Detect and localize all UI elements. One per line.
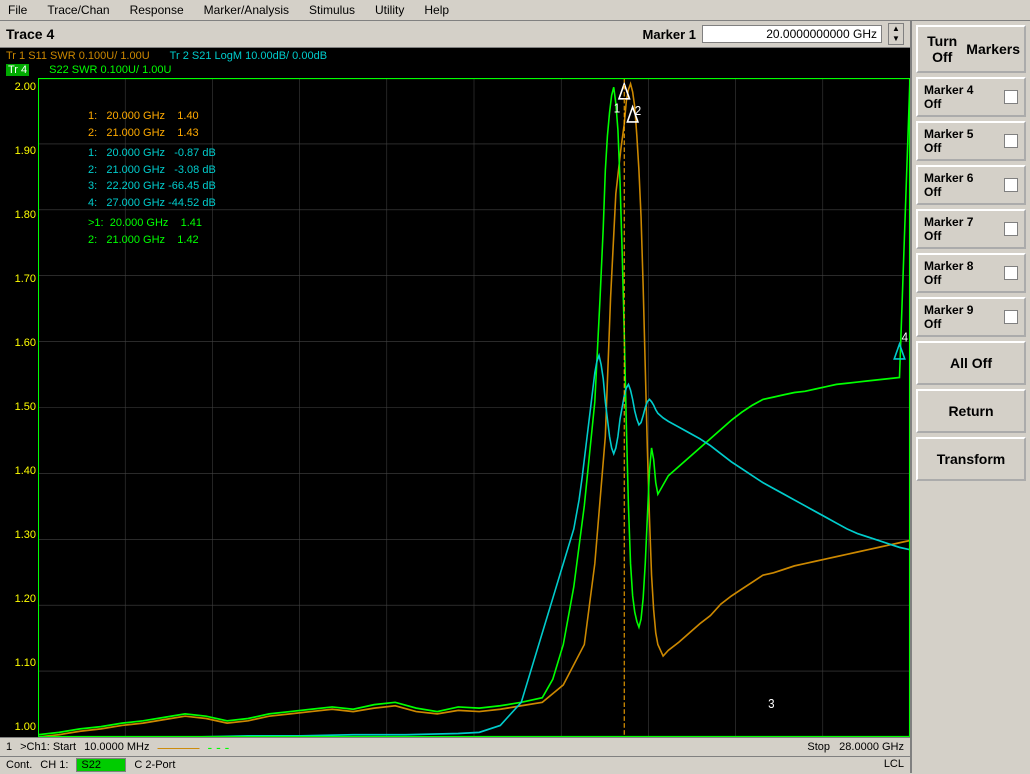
s22-input[interactable] bbox=[76, 758, 126, 772]
y-label-3: 1.70 bbox=[15, 274, 36, 285]
y-label-4: 1.60 bbox=[15, 338, 36, 349]
start-freq: 10.0000 MHz bbox=[84, 741, 149, 753]
chart-title: Trace 4 bbox=[6, 26, 54, 42]
marker5-checkbox[interactable] bbox=[1004, 134, 1018, 148]
bottom-bar: Cont. CH 1: C 2-Port LCL bbox=[0, 756, 910, 773]
plot-container: 2.00 1.90 1.80 1.70 1.60 1.50 1.40 1.30 … bbox=[0, 78, 910, 737]
marker8-checkbox[interactable] bbox=[1004, 266, 1018, 280]
plot-area: 1 2 3 4 bbox=[38, 78, 910, 737]
marker4-button[interactable]: Marker 4Off bbox=[916, 77, 1026, 117]
stop-label: Stop bbox=[807, 741, 830, 753]
chart-svg: 1 2 3 4 bbox=[38, 78, 910, 737]
turn-off-markers-button[interactable]: Turn Off Markers bbox=[916, 25, 1026, 73]
trace4-info-bar: Tr 4 S22 SWR 0.100U/ 1.00U bbox=[0, 64, 910, 78]
trace4-color-line: - - - bbox=[208, 739, 230, 755]
footer-right: LCL bbox=[884, 758, 904, 772]
marker8-button[interactable]: Marker 8Off bbox=[916, 253, 1026, 293]
marker9-button[interactable]: Marker 9Off bbox=[916, 297, 1026, 337]
marker7-label: Marker 7Off bbox=[924, 215, 973, 243]
trace2-info: Tr 2 S21 LogM 10.00dB/ 0.00dB bbox=[170, 50, 327, 62]
chart-titlebar: Trace 4 Marker 1 ▲ ▼ bbox=[0, 21, 910, 48]
y-label-5: 1.50 bbox=[15, 402, 36, 413]
marker4-checkbox[interactable] bbox=[1004, 90, 1018, 104]
all-off-button[interactable]: All Off bbox=[916, 341, 1026, 385]
marker8-label: Marker 8Off bbox=[924, 259, 973, 287]
y-label-0: 2.00 bbox=[15, 82, 36, 93]
marker-increment-btn[interactable]: ▲ bbox=[889, 24, 903, 34]
marker-spinners: ▲ ▼ bbox=[888, 23, 904, 45]
svg-text:3: 3 bbox=[768, 697, 775, 712]
footer-left: Cont. CH 1: C 2-Port bbox=[6, 758, 175, 772]
menu-utility[interactable]: Utility bbox=[371, 2, 408, 18]
main-layout: Trace 4 Marker 1 ▲ ▼ Tr 1 S11 SWR 0.100U… bbox=[0, 21, 1030, 773]
return-button[interactable]: Return bbox=[916, 389, 1026, 433]
marker7-button[interactable]: Marker 7Off bbox=[916, 209, 1026, 249]
marker-area: Marker 1 ▲ ▼ bbox=[643, 23, 904, 45]
port-label: C 2-Port bbox=[134, 759, 175, 771]
y-label-8: 1.20 bbox=[15, 594, 36, 605]
status-left: 1 >Ch1: Start 10.0000 MHz ——— - - - bbox=[6, 739, 229, 755]
marker6-button[interactable]: Marker 6Off bbox=[916, 165, 1026, 205]
status-bar: 1 >Ch1: Start 10.0000 MHz ——— - - - Stop… bbox=[0, 737, 910, 756]
ch-label: CH 1: bbox=[40, 759, 68, 771]
marker9-checkbox[interactable] bbox=[1004, 310, 1018, 324]
status-right: Stop 28.0000 GHz bbox=[807, 741, 904, 753]
marker4-label: Marker 4Off bbox=[924, 83, 973, 111]
chart-area: Trace 4 Marker 1 ▲ ▼ Tr 1 S11 SWR 0.100U… bbox=[0, 21, 910, 773]
marker7-checkbox[interactable] bbox=[1004, 222, 1018, 236]
y-label-6: 1.40 bbox=[15, 466, 36, 477]
menu-marker-analysis[interactable]: Marker/Analysis bbox=[200, 2, 293, 18]
transform-button[interactable]: Transform bbox=[916, 437, 1026, 481]
menu-help[interactable]: Help bbox=[420, 2, 453, 18]
stop-freq: 28.0000 GHz bbox=[839, 741, 904, 753]
marker5-label: Marker 5Off bbox=[924, 127, 973, 155]
svg-text:4: 4 bbox=[902, 330, 909, 345]
menu-response[interactable]: Response bbox=[126, 2, 188, 18]
lcl-label: LCL bbox=[884, 758, 904, 770]
trace-info-bar: Tr 1 S11 SWR 0.100U/ 1.00U Tr 2 S21 LogM… bbox=[0, 48, 910, 64]
channel-num: 1 bbox=[6, 741, 12, 753]
y-label-7: 1.30 bbox=[15, 530, 36, 541]
marker5-button[interactable]: Marker 5Off bbox=[916, 121, 1026, 161]
svg-text:2: 2 bbox=[635, 103, 642, 118]
y-label-2: 1.80 bbox=[15, 210, 36, 221]
menu-stimulus[interactable]: Stimulus bbox=[305, 2, 359, 18]
marker-value-input[interactable] bbox=[702, 25, 882, 43]
y-axis: 2.00 1.90 1.80 1.70 1.60 1.50 1.40 1.30 … bbox=[0, 78, 38, 737]
menu-trace-chan[interactable]: Trace/Chan bbox=[43, 2, 113, 18]
y-label-1: 1.90 bbox=[15, 146, 36, 157]
menubar: File Trace/Chan Response Marker/Analysis… bbox=[0, 0, 1030, 21]
marker-label: Marker 1 bbox=[643, 27, 696, 42]
trace1-info: Tr 1 S11 SWR 0.100U/ 1.00U bbox=[6, 50, 150, 62]
menu-file[interactable]: File bbox=[4, 2, 31, 18]
ch1-start-label: >Ch1: Start bbox=[20, 741, 76, 753]
trace4-label: Tr 4 bbox=[6, 64, 29, 76]
y-label-10: 1.00 bbox=[15, 722, 36, 733]
cont-label: Cont. bbox=[6, 759, 32, 771]
marker-decrement-btn[interactable]: ▼ bbox=[889, 34, 903, 44]
marker6-checkbox[interactable] bbox=[1004, 178, 1018, 192]
marker9-label: Marker 9Off bbox=[924, 303, 973, 331]
sidebar: Turn Off Markers Marker 4Off Marker 5Off… bbox=[910, 21, 1030, 773]
y-label-9: 1.10 bbox=[15, 658, 36, 669]
marker6-label: Marker 6Off bbox=[924, 171, 973, 199]
svg-text:1: 1 bbox=[614, 101, 621, 116]
trace1-color-line: ——— bbox=[158, 739, 200, 755]
trace4-info: S22 SWR 0.100U/ 1.00U bbox=[49, 64, 171, 76]
